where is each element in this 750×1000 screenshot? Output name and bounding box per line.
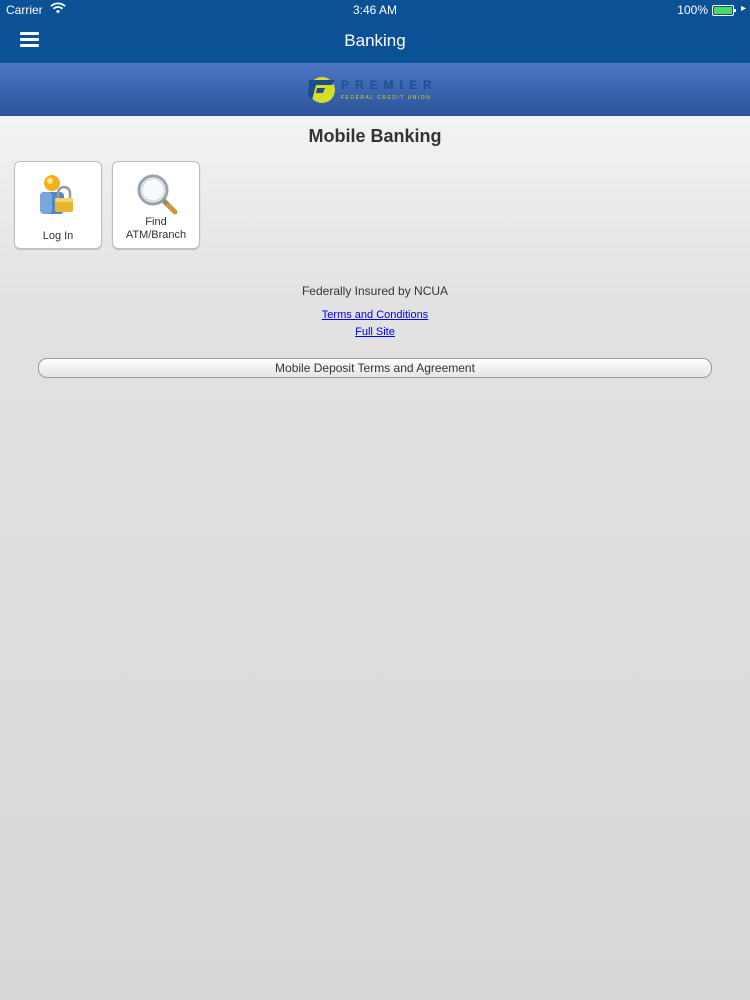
logo-wordmark: PREMIER — [341, 78, 438, 92]
status-bar: Carrier 3:46 AM 100% ▸ — [0, 0, 750, 20]
page-title: Mobile Banking — [308, 126, 442, 146]
ncua-insured-text: Federally Insured by NCUA — [301, 284, 449, 298]
battery-icon — [712, 5, 736, 16]
terms-link-row: Terms and Conditions — [0, 309, 750, 321]
top-bar: Carrier 3:46 AM 100% ▸ Banking — [0, 0, 750, 63]
find-atm-branch-tile[interactable]: Find ATM/Branch — [112, 161, 200, 249]
nav-title: Banking — [344, 31, 406, 50]
full-site-link[interactable]: Full Site — [355, 326, 395, 338]
terms-and-conditions-link[interactable]: Terms and Conditions — [322, 309, 428, 321]
full-site-link-row: Full Site — [0, 326, 750, 338]
find-label-line2: ATM/Branch — [125, 229, 187, 241]
logo-tagline: FEDERAL CREDIT UNION — [341, 95, 431, 101]
battery-percentage: 100% — [677, 3, 708, 17]
charging-icon: ▸ — [740, 3, 746, 14]
user-lock-icon — [37, 172, 81, 221]
nav-bar: Banking — [0, 20, 750, 63]
find-label-line1: Find — [145, 216, 167, 228]
login-label: Log In — [42, 230, 74, 242]
magnifier-icon — [135, 173, 179, 220]
login-tile[interactable]: Log In — [14, 161, 102, 249]
premier-logo: PREMIER FEDERAL CREDIT UNION — [305, 72, 445, 106]
status-time: 3:46 AM — [352, 3, 398, 17]
logo-banner: PREMIER FEDERAL CREDIT UNION — [0, 63, 750, 116]
mobile-deposit-terms-button[interactable]: Mobile Deposit Terms and Agreement — [38, 358, 712, 378]
